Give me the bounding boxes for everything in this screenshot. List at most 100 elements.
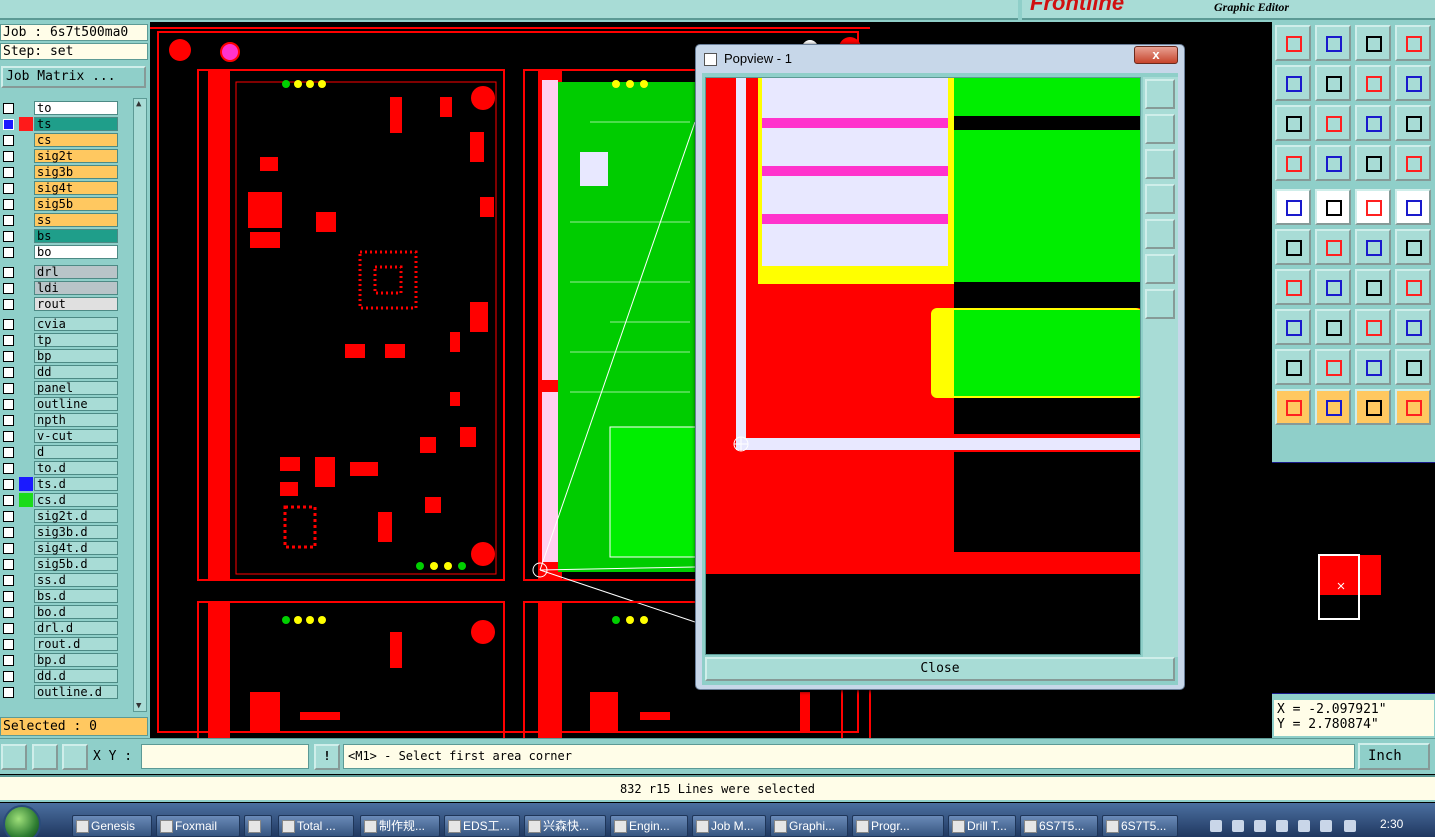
layer-color-swatch[interactable] xyxy=(19,621,33,635)
pv-pan-up-icon[interactable] xyxy=(1145,114,1175,144)
layer-row[interactable]: panel xyxy=(0,380,132,396)
layer-row[interactable]: sig5b xyxy=(0,196,132,212)
layer-checkbox[interactable] xyxy=(3,559,14,570)
layer-color-swatch[interactable] xyxy=(19,165,33,179)
layer-row[interactable]: ss xyxy=(0,212,132,228)
layer-list-scrollbar[interactable]: ▲ ▼ xyxy=(133,98,147,712)
unit-select[interactable]: Inch xyxy=(1358,743,1430,770)
taskbar-item[interactable]: Total ... xyxy=(278,815,354,837)
layer-name[interactable]: rout.d xyxy=(34,637,118,651)
layer-name[interactable]: tp xyxy=(34,333,118,347)
layer-name[interactable]: npth xyxy=(34,413,118,427)
layer-color-swatch[interactable] xyxy=(19,589,33,603)
import-icon[interactable] xyxy=(1275,65,1311,101)
layer-row[interactable]: sig5b.d xyxy=(0,556,132,572)
layer-checkbox[interactable] xyxy=(3,527,14,538)
layer-row[interactable]: sig2t xyxy=(0,148,132,164)
layer-color-swatch[interactable] xyxy=(19,381,33,395)
layer-color-swatch[interactable] xyxy=(19,637,33,651)
route-icon[interactable] xyxy=(1395,389,1431,425)
layer-checkbox[interactable] xyxy=(3,687,14,698)
popview-close-button[interactable]: Close xyxy=(705,657,1175,681)
move-icon[interactable] xyxy=(1275,309,1311,345)
snap-icon[interactable] xyxy=(1,744,27,770)
node-icon[interactable] xyxy=(1275,229,1311,265)
layer-name[interactable]: outline.d xyxy=(34,685,118,699)
layer-name[interactable]: cs.d xyxy=(34,493,118,507)
layer-checkbox[interactable] xyxy=(3,639,14,650)
layer-color-swatch[interactable] xyxy=(19,525,33,539)
layer-row[interactable]: bo.d xyxy=(0,604,132,620)
layer-name[interactable]: sig4t.d xyxy=(34,541,118,555)
layer-checkbox[interactable] xyxy=(3,183,14,194)
arrow-node-2-icon[interactable] xyxy=(1395,229,1431,265)
layer-color-swatch[interactable] xyxy=(19,265,33,279)
layer-color-swatch[interactable] xyxy=(19,413,33,427)
layer-color-swatch[interactable] xyxy=(19,365,33,379)
taskbar-item[interactable]: Engin... xyxy=(610,815,688,837)
layer-row[interactable]: sig3b xyxy=(0,164,132,180)
window-icon[interactable] xyxy=(1395,25,1431,61)
layer-name[interactable]: d xyxy=(34,445,118,459)
taskbar-item[interactable]: 兴森快... xyxy=(524,815,606,837)
layer-name[interactable]: ss xyxy=(34,213,118,227)
layer-color-swatch[interactable] xyxy=(19,101,33,115)
layer-color-swatch[interactable] xyxy=(19,349,33,363)
scroll-up-icon[interactable]: ▲ xyxy=(136,99,141,109)
pv-pan-down-icon[interactable] xyxy=(1145,149,1175,179)
layer-checkbox[interactable] xyxy=(3,215,14,226)
layer-name[interactable]: bo xyxy=(34,245,118,259)
layer-color-swatch[interactable] xyxy=(19,149,33,163)
open-job-icon[interactable] xyxy=(1275,25,1311,61)
taskbar-item[interactable]: Job M... xyxy=(692,815,766,837)
layer-color-swatch[interactable] xyxy=(19,181,33,195)
layer-color-swatch[interactable] xyxy=(19,573,33,587)
layer-name[interactable]: sig3b.d xyxy=(34,525,118,539)
layer-checkbox[interactable] xyxy=(3,623,14,634)
measure-angle-icon[interactable] xyxy=(32,744,58,770)
layer-checkbox[interactable] xyxy=(3,283,14,294)
layer-checkbox[interactable] xyxy=(3,575,14,586)
help-icon[interactable] xyxy=(1395,105,1431,141)
popview-window[interactable]: Popview - 1 x Close xyxy=(695,44,1185,690)
redo-icon[interactable] xyxy=(1395,65,1431,101)
layer-color-swatch[interactable] xyxy=(19,133,33,147)
pv-pan-right-icon[interactable] xyxy=(1145,219,1175,249)
layer-name[interactable]: rout xyxy=(34,297,118,311)
zoom-fit-icon[interactable] xyxy=(1315,105,1351,141)
pad-icon[interactable] xyxy=(1275,189,1311,225)
ruler-icon[interactable] xyxy=(1355,189,1391,225)
layer-checkbox[interactable] xyxy=(3,399,14,410)
layer-name[interactable]: sig2t xyxy=(34,149,118,163)
layer-name[interactable]: sig2t.d xyxy=(34,509,118,523)
layer-row[interactable]: to.d xyxy=(0,460,132,476)
layer-checkbox[interactable] xyxy=(3,199,14,210)
layer-name[interactable]: bs xyxy=(34,229,118,243)
layer-name[interactable]: dd.d xyxy=(34,669,118,683)
volume-icon[interactable] xyxy=(1276,820,1288,832)
layer-row[interactable]: outline.d xyxy=(0,684,132,700)
taskbar-item[interactable]: 制作规... xyxy=(360,815,440,837)
layer-color-swatch[interactable] xyxy=(19,229,33,243)
layer-checkbox[interactable] xyxy=(3,671,14,682)
layer-checkbox[interactable] xyxy=(3,479,14,490)
layer-row[interactable]: sig4t.d xyxy=(0,540,132,556)
layer-row[interactable]: ldi xyxy=(0,280,132,296)
layer-checkbox[interactable] xyxy=(3,335,14,346)
layer-row[interactable]: sig3b.d xyxy=(0,524,132,540)
pointer-icon[interactable] xyxy=(1275,389,1311,425)
layer-name[interactable]: dd xyxy=(34,365,118,379)
taskbar-item[interactable]: Drill T... xyxy=(948,815,1016,837)
arc-icon[interactable] xyxy=(1355,269,1391,305)
layer-name[interactable]: sig3b xyxy=(34,165,118,179)
layer-row[interactable]: dd xyxy=(0,364,132,380)
triangle-2-icon[interactable] xyxy=(1315,349,1351,385)
draw-line-2-icon[interactable] xyxy=(1315,269,1351,305)
clock[interactable]: 2:30 xyxy=(1380,817,1403,831)
layer-row[interactable]: dd.d xyxy=(0,668,132,684)
layer-row[interactable]: v-cut xyxy=(0,428,132,444)
layer-name[interactable]: outline xyxy=(34,397,118,411)
export-icon[interactable] xyxy=(1315,65,1351,101)
layer-row[interactable]: ts.d xyxy=(0,476,132,492)
layer-checkbox[interactable] xyxy=(3,591,14,602)
